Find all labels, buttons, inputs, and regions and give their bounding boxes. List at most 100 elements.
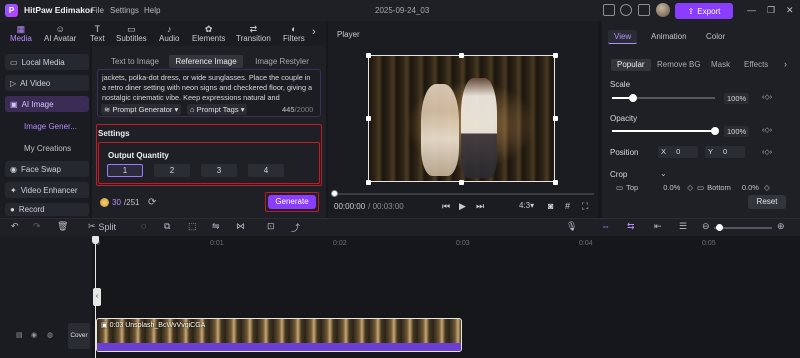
tab-reference-image[interactable]: Reference Image xyxy=(169,55,243,68)
tab-ai-avatar[interactable]: ☺ AI Avatar xyxy=(44,24,76,44)
menu-file[interactable]: File xyxy=(91,6,104,15)
keyframe-nav-icon[interactable]: ‹◇› xyxy=(762,93,772,101)
quantity-option-4[interactable]: 4 xyxy=(248,164,284,177)
sidebar-item-ai-video[interactable]: ▷ AI Video xyxy=(5,75,89,91)
scale-slider-knob[interactable] xyxy=(629,94,637,102)
export-clip-icon[interactable]: ⤴ xyxy=(291,221,300,234)
reset-button[interactable]: Reset xyxy=(748,195,786,209)
reverse-icon[interactable]: ⇋ xyxy=(212,221,220,232)
keyframe-nav-icon[interactable]: ‹◇› xyxy=(762,126,772,134)
tab-subtitles[interactable]: ▭ Subtitles xyxy=(116,24,147,44)
play-icon[interactable]: ▶ xyxy=(459,201,466,212)
video-preview[interactable] xyxy=(368,55,555,182)
toolbar-next-button[interactable]: › xyxy=(312,27,316,38)
chevron-right-icon[interactable]: › xyxy=(784,59,787,69)
sidebar-item-record[interactable]: ● Record xyxy=(5,203,89,216)
split-button[interactable]: ✂ Split xyxy=(88,221,116,232)
minimize-button[interactable]: — xyxy=(747,5,756,15)
delete-icon[interactable]: 🗑 xyxy=(57,221,68,232)
snapshot-icon[interactable]: ◙ xyxy=(548,201,553,211)
export-button[interactable]: ⇪ Export xyxy=(675,3,733,19)
sidebar-item-image-generator[interactable]: Image Gener... xyxy=(24,122,77,131)
resize-handle[interactable] xyxy=(366,53,371,58)
undo-icon[interactable]: ↶ xyxy=(11,221,19,232)
player-progress-knob[interactable] xyxy=(331,190,338,197)
snap-icon[interactable]: ⇆ xyxy=(627,221,635,232)
record-audio-icon[interactable]: ⊡ xyxy=(267,221,275,232)
keyframe-nav-icon[interactable]: ‹◇› xyxy=(762,148,772,156)
resize-handle[interactable] xyxy=(553,116,558,121)
aspect-ratio-select[interactable]: 4:3▾ xyxy=(519,201,534,210)
collapse-panel-icon[interactable]: ‹ xyxy=(93,288,101,306)
notification-icon[interactable] xyxy=(638,4,650,16)
subtab-effects[interactable]: Effects xyxy=(744,59,768,71)
mask-icon[interactable]: ◌ xyxy=(141,221,146,231)
sidebar-item-ai-image[interactable]: ▣ AI Image xyxy=(5,96,89,112)
maximize-button[interactable]: ❐ xyxy=(767,5,775,16)
subtab-popular[interactable]: Popular xyxy=(611,59,651,71)
crop-icon[interactable]: # xyxy=(565,201,570,211)
crop-tool-icon[interactable]: ⧉ xyxy=(164,221,170,232)
quantity-option-1[interactable]: 1 xyxy=(107,164,143,177)
zoom-in-icon[interactable]: ⊕ xyxy=(777,221,785,232)
resize-handle[interactable] xyxy=(366,180,371,185)
tab-color[interactable]: Color xyxy=(706,30,725,44)
tab-image-restyler[interactable]: Image Restyler xyxy=(248,55,316,68)
quantity-option-2[interactable]: 2 xyxy=(154,164,190,177)
track-mute-icon[interactable]: ◍ xyxy=(47,331,53,339)
screen-icon[interactable] xyxy=(603,4,615,16)
tab-text[interactable]: T Text xyxy=(90,24,105,44)
menu-help[interactable]: Help xyxy=(144,6,160,15)
quantity-option-3[interactable]: 3 xyxy=(201,164,237,177)
scale-value[interactable]: 100% xyxy=(724,93,750,104)
crop-top-field[interactable]: ▭ Top 0.0% ◇ xyxy=(616,183,693,192)
speed-icon[interactable]: ⋈ xyxy=(236,221,245,232)
sidebar-item-video-enhancer[interactable]: ✦ Video Enhancer xyxy=(5,182,89,198)
timeline-zoom-knob[interactable] xyxy=(716,224,723,231)
tab-media[interactable]: ▦ Media xyxy=(10,24,32,44)
opacity-value[interactable]: 100% xyxy=(724,126,750,137)
prompt-generator-button[interactable]: ≋ Prompt Generator ▾ xyxy=(101,104,182,115)
tab-text-to-image[interactable]: Text to Image xyxy=(104,55,166,68)
avatar[interactable] xyxy=(656,3,670,17)
zoom-out-icon[interactable]: ⊖ xyxy=(702,221,710,232)
tab-transition[interactable]: ⇄ Transition xyxy=(236,24,271,44)
tab-view[interactable]: View xyxy=(608,30,638,44)
track-settings-icon[interactable]: ☰ xyxy=(679,221,687,232)
resize-handle[interactable] xyxy=(553,53,558,58)
step-forward-icon[interactable]: ⏭ xyxy=(476,201,484,212)
position-y-field[interactable]: Y 0 xyxy=(705,146,745,158)
track-lock-icon[interactable]: ▤ xyxy=(16,331,23,339)
resize-handle[interactable] xyxy=(553,180,558,185)
chevron-down-icon[interactable]: ⌄ xyxy=(660,169,667,178)
opacity-slider[interactable] xyxy=(612,127,719,135)
cover-button[interactable]: Cover xyxy=(68,323,90,349)
help-icon[interactable] xyxy=(620,4,632,16)
resize-handle[interactable] xyxy=(459,53,464,58)
player-progress-bar[interactable] xyxy=(334,193,594,195)
tab-animation[interactable]: Animation xyxy=(651,30,687,44)
tab-elements[interactable]: ✿ Elements xyxy=(192,24,225,44)
sidebar-item-local-media[interactable]: ▭ Local Media xyxy=(5,54,89,70)
position-x-field[interactable]: X 0 xyxy=(658,146,698,158)
subtab-mask[interactable]: Mask xyxy=(711,59,730,71)
tab-audio[interactable]: ♪ Audio xyxy=(159,24,179,44)
opacity-slider-knob[interactable] xyxy=(711,127,719,135)
generate-button[interactable]: Generate xyxy=(268,195,316,209)
tab-filters[interactable]: ◐ Filters xyxy=(283,24,305,44)
resize-handle[interactable] xyxy=(366,116,371,121)
close-button[interactable]: ✕ xyxy=(786,5,794,16)
video-clip[interactable]: ▣ 0:03 Unsplash_BcWvVvqiCGA xyxy=(96,318,462,352)
scale-slider[interactable] xyxy=(612,94,715,102)
track-visibility-icon[interactable]: ◉ xyxy=(31,331,37,339)
microphone-icon[interactable]: 🎙 xyxy=(566,221,577,232)
sidebar-item-face-swap[interactable]: ◉ Face Swap xyxy=(5,161,89,177)
subtab-remove-bg[interactable]: Remove BG xyxy=(657,59,701,71)
fit-icon[interactable]: ⇤ xyxy=(654,221,662,232)
crop-bottom-field[interactable]: ▭ Bottom 0.0% ◇ xyxy=(697,183,770,192)
prompt-tags-button[interactable]: ⌂ Prompt Tags ▾ xyxy=(187,104,248,115)
menu-settings[interactable]: Settings xyxy=(110,6,139,15)
link-icon[interactable]: ⇔ xyxy=(601,221,610,231)
fullscreen-icon[interactable]: ⛶ xyxy=(582,201,588,212)
step-back-icon[interactable]: ⏮ xyxy=(442,201,450,212)
